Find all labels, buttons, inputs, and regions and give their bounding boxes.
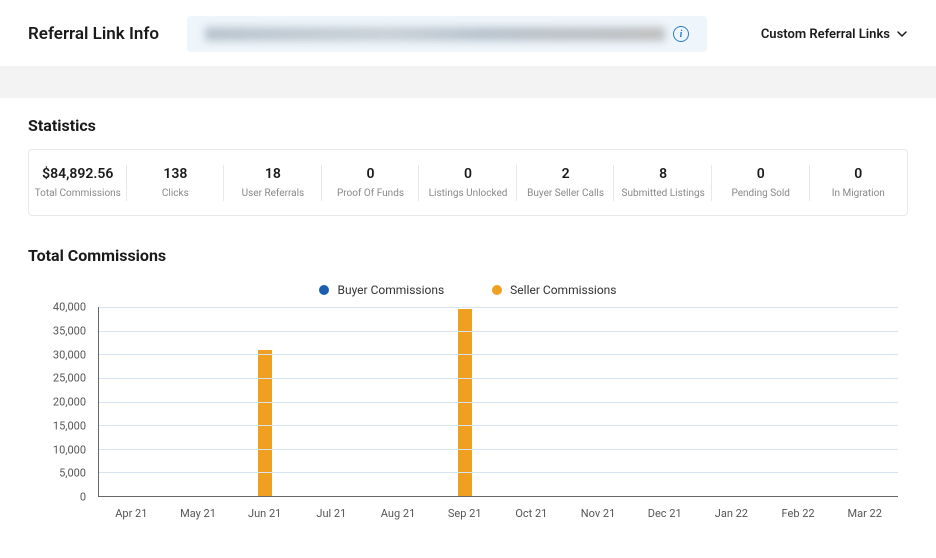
statistics-box: $84,892.56 Total Commissions 138 Clicks 18 Us… — [28, 149, 908, 216]
x-tick-label: Oct 21 — [498, 497, 565, 527]
stat-label: Proof Of Funds — [337, 188, 404, 199]
y-tick-label: 0 — [28, 491, 86, 504]
x-tick-label: Aug 21 — [365, 497, 432, 527]
stat-label: Total Commissions — [35, 188, 121, 199]
stat-value: 2 — [562, 166, 570, 182]
x-tick-label: May 21 — [165, 497, 232, 527]
x-tick-label: Sep 21 — [431, 497, 498, 527]
stat-value: $84,892.56 — [42, 166, 113, 182]
chart-wrap: 0 5,000 10,000 15,000 20,000 25,000 30,000 35,0… — [28, 307, 908, 527]
y-tick-label: 10,000 — [28, 443, 86, 456]
x-tick-label: Jun 21 — [231, 497, 298, 527]
stat-value: 138 — [163, 166, 187, 182]
stat-label: Listings Unlocked — [429, 188, 508, 199]
x-axis: Apr 21May 21Jun 21Jul 21Aug 21Sep 21Oct … — [98, 497, 898, 527]
stat-item: 0 Listings Unlocked — [419, 160, 517, 205]
stat-label: In Migration — [832, 188, 885, 199]
referral-link-box[interactable]: i — [187, 16, 707, 52]
y-tick-label: 40,000 — [28, 301, 86, 314]
chart-title: Total Commissions — [28, 246, 908, 265]
stat-item: 0 Proof Of Funds — [322, 160, 420, 205]
x-tick-label: Mar 22 — [831, 497, 898, 527]
grid-line — [99, 402, 898, 403]
chart-plot — [98, 307, 898, 497]
legend-seller-label: Seller Commissions — [510, 283, 616, 297]
legend-buyer[interactable]: Buyer Commissions — [319, 283, 444, 297]
y-tick-label: 35,000 — [28, 324, 86, 337]
bar-seller[interactable] — [258, 350, 272, 496]
stat-item: 18 User Referrals — [224, 160, 322, 205]
y-tick-label: 20,000 — [28, 396, 86, 409]
y-tick-label: 5,000 — [28, 467, 86, 480]
stat-label: Submitted Listings — [622, 188, 705, 199]
stat-value: 0 — [464, 166, 472, 182]
stat-label: User Referrals — [242, 188, 305, 199]
y-tick-label: 30,000 — [28, 348, 86, 361]
legend-seller[interactable]: Seller Commissions — [492, 283, 616, 297]
bar-seller[interactable] — [458, 309, 472, 496]
header: Referral Link Info i Custom Referral Lin… — [0, 0, 936, 66]
spacer-bar — [0, 66, 936, 98]
referral-link-blurred — [205, 27, 665, 41]
legend-dot-buyer — [319, 285, 329, 295]
stat-value: 0 — [366, 166, 374, 182]
x-tick-label: Dec 21 — [631, 497, 698, 527]
grid-line — [99, 307, 898, 308]
y-axis: 05,00010,00015,00020,00025,00030,00035,0… — [28, 307, 92, 497]
grid-line — [99, 378, 898, 379]
stat-label: Pending Sold — [731, 188, 789, 199]
custom-referral-links-toggle[interactable]: Custom Referral Links — [761, 27, 908, 42]
stat-label: Clicks — [162, 188, 189, 199]
chart-legend: Buyer Commissions Seller Commissions — [28, 283, 908, 297]
statistics-title: Statistics — [28, 116, 908, 135]
header-left: Referral Link Info i — [28, 16, 707, 52]
grid-line — [99, 449, 898, 450]
chart-section: Total Commissions Buyer Commissions Sell… — [28, 246, 908, 527]
legend-buyer-label: Buyer Commissions — [337, 283, 444, 297]
custom-link-label: Custom Referral Links — [761, 27, 890, 42]
stat-item: $84,892.56 Total Commissions — [29, 160, 127, 205]
grid-line — [99, 331, 898, 332]
stat-item: 138 Clicks — [127, 160, 225, 205]
x-tick-label: Feb 22 — [765, 497, 832, 527]
legend-dot-seller — [492, 285, 502, 295]
grid-line — [99, 472, 898, 473]
chevron-down-icon — [896, 28, 908, 40]
x-tick-label: Jul 21 — [298, 497, 365, 527]
stat-value: 8 — [659, 166, 667, 182]
stat-value: 0 — [854, 166, 862, 182]
content: Statistics $84,892.56 Total Commissions 13… — [0, 98, 936, 527]
page-title: Referral Link Info — [28, 24, 159, 44]
x-tick-label: Nov 21 — [565, 497, 632, 527]
stat-label: Buyer Seller Calls — [527, 188, 604, 199]
stat-item: 0 In Migration — [810, 160, 908, 205]
stat-item: 0 Pending Sold — [712, 160, 810, 205]
y-tick-label: 25,000 — [28, 372, 86, 385]
grid-line — [99, 425, 898, 426]
x-tick-label: Apr 21 — [98, 497, 165, 527]
x-tick-label: Jan 22 — [698, 497, 765, 527]
info-icon[interactable]: i — [673, 26, 689, 42]
stat-item: 8 Submitted Listings — [614, 160, 712, 205]
stat-value: 0 — [757, 166, 765, 182]
stat-value: 18 — [265, 166, 281, 182]
y-tick-label: 15,000 — [28, 419, 86, 432]
stat-item: 2 Buyer Seller Calls — [517, 160, 615, 205]
grid-line — [99, 354, 898, 355]
